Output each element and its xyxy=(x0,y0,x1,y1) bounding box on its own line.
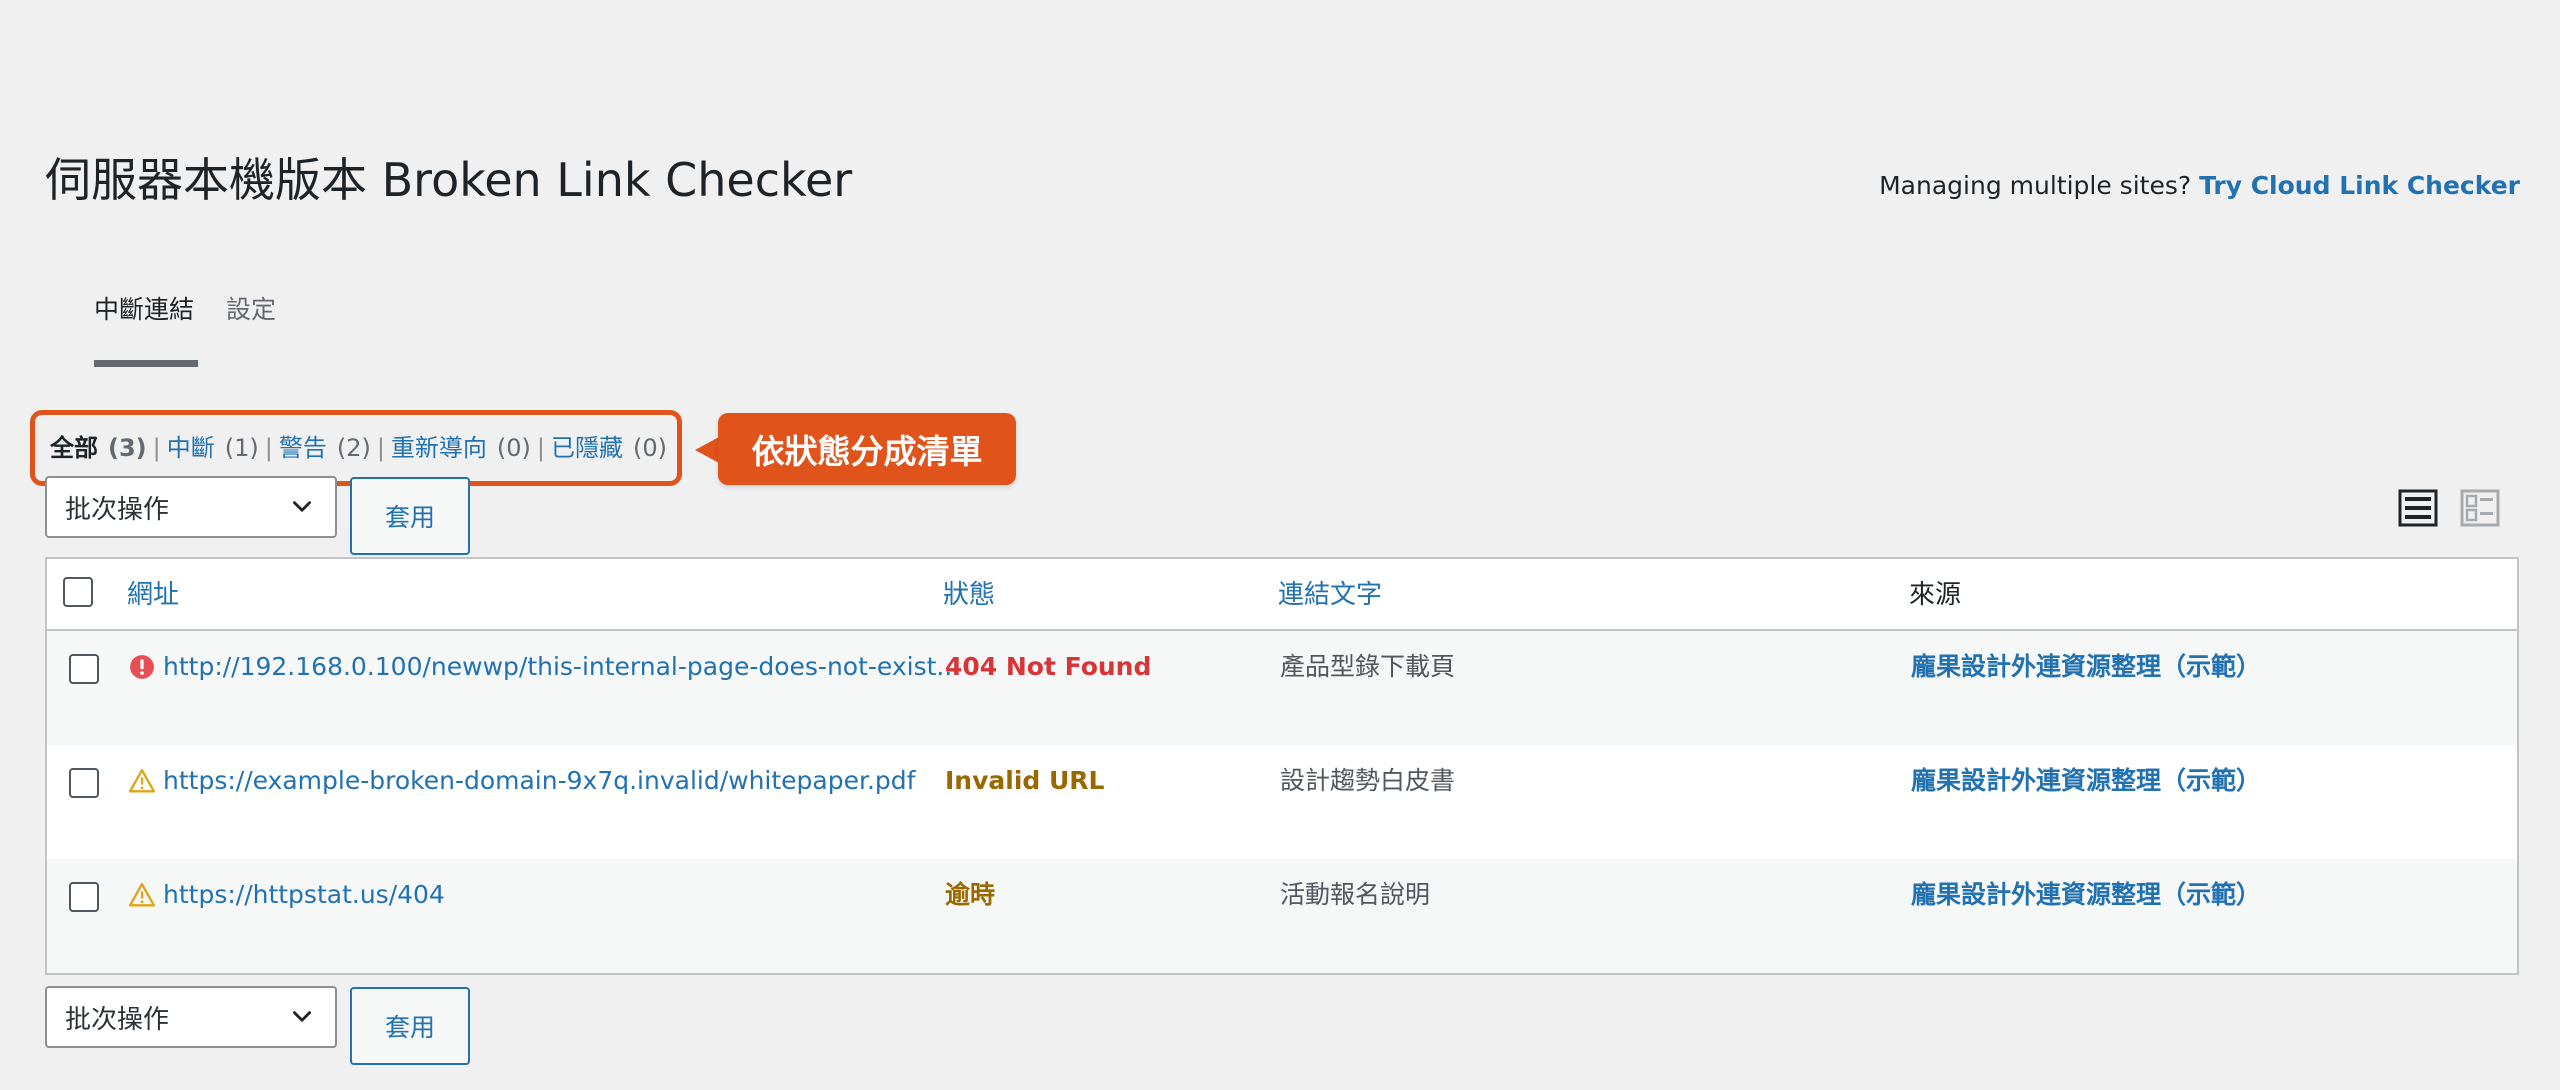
column-status[interactable]: 狀態 xyxy=(943,577,995,613)
filter-dismissed-count: (0) xyxy=(633,434,668,462)
warning-icon xyxy=(129,882,155,907)
bulk-action-label: 批次操作 xyxy=(65,494,170,525)
cloud-question: Managing multiple sites? xyxy=(1879,171,2192,200)
filter-all-label: 全部 xyxy=(50,434,98,462)
table-row: http://192.168.0.100/newwp/this-internal… xyxy=(47,631,2517,745)
link-text: 活動報名說明 xyxy=(1280,880,1431,909)
filter-warning[interactable]: 警告 (2) xyxy=(279,434,371,462)
excerpt-view-icon xyxy=(2460,489,2500,527)
filter-broken-count: (1) xyxy=(224,434,259,462)
table-row: https://httpstat.us/404 逾時 活動報名說明 龐果設計外連… xyxy=(47,859,2517,973)
bulk-action-label: 批次操作 xyxy=(65,1004,170,1035)
table-header: 網址 狀態 連結文字 來源 xyxy=(47,559,2517,631)
filter-dismissed-label: 已隱藏 xyxy=(551,434,624,462)
page: 伺服器本機版本 Broken Link Checker Managing mul… xyxy=(0,0,2560,1090)
status-label: 404 Not Found xyxy=(945,652,1152,681)
filter-redirect-label: 重新導向 xyxy=(390,434,487,462)
column-source: 來源 xyxy=(1909,580,1962,610)
filter-separator: | xyxy=(536,434,546,462)
table-row: https://example-broken-domain-9x7q.inval… xyxy=(47,745,2517,859)
links-table: 網址 狀態 連結文字 來源 http://192.168.0.100/newwp… xyxy=(45,557,2519,975)
status-filter-list: 全部 (3) | 中斷 (1) | 警告 (2) | 重新導向 (0) | 已隱藏 (0) xyxy=(50,430,667,466)
status-list-callout: 依狀態分成清單 xyxy=(718,413,1016,485)
cloud-promo: Managing multiple sites? Try Cloud Link … xyxy=(1879,168,2520,204)
source-link[interactable]: 龐果設計外連資源整理（示範） xyxy=(1911,649,2261,685)
page-title: 伺服器本機版本 Broken Link Checker xyxy=(45,153,853,207)
filter-separator: | xyxy=(376,434,385,462)
status-label: Invalid URL xyxy=(945,766,1105,795)
filter-separator: | xyxy=(152,434,161,462)
bulk-action-select-bottom[interactable]: 批次操作 xyxy=(45,986,337,1048)
active-tab-indicator xyxy=(94,360,198,367)
status-label: 逾時 xyxy=(945,880,996,909)
tab-settings[interactable]: 設定 xyxy=(226,290,276,330)
bulk-action-select-top[interactable]: 批次操作 xyxy=(45,476,337,538)
link-url[interactable]: https://example-broken-domain-9x7q.inval… xyxy=(163,763,915,799)
chevron-down-icon xyxy=(293,1011,311,1022)
tab-broken-links[interactable]: 中斷連結 xyxy=(94,290,194,330)
filter-warning-count: (2) xyxy=(336,434,371,462)
url-cell: https://httpstat.us/404 xyxy=(129,877,445,913)
column-url[interactable]: 網址 xyxy=(127,577,179,613)
link-text: 產品型錄下載頁 xyxy=(1280,652,1456,681)
filter-redirect[interactable]: 重新導向 (0) xyxy=(391,434,531,462)
url-cell: http://192.168.0.100/newwp/this-internal… xyxy=(129,649,960,685)
filter-warning-label: 警告 xyxy=(278,434,327,462)
warning-icon xyxy=(129,768,155,793)
chevron-down-icon xyxy=(293,501,311,512)
link-url[interactable]: http://192.168.0.100/newwp/this-internal… xyxy=(163,649,960,685)
source-link[interactable]: 龐果設計外連資源整理（示範） xyxy=(1911,877,2261,913)
apply-button-top[interactable]: 套用 xyxy=(350,477,470,555)
source-link[interactable]: 龐果設計外連資源整理（示範） xyxy=(1911,763,2261,799)
list-view-icon xyxy=(2398,489,2438,527)
filter-all[interactable]: 全部 (3) xyxy=(50,434,147,462)
row-checkbox[interactable] xyxy=(69,654,99,684)
filter-broken-label: 中斷 xyxy=(166,434,215,462)
excerpt-view-button[interactable] xyxy=(2460,488,2500,528)
apply-button-bottom[interactable]: 套用 xyxy=(350,987,470,1065)
list-view-button[interactable] xyxy=(2398,488,2438,528)
filter-separator: | xyxy=(264,434,273,462)
column-link-text[interactable]: 連結文字 xyxy=(1278,577,1382,613)
filter-redirect-count: (0) xyxy=(496,434,531,462)
filter-broken[interactable]: 中斷 (1) xyxy=(167,434,259,462)
link-url[interactable]: https://httpstat.us/404 xyxy=(163,877,445,913)
link-text: 設計趨勢白皮書 xyxy=(1280,766,1456,795)
error-icon xyxy=(130,655,154,679)
row-checkbox[interactable] xyxy=(69,882,99,912)
try-cloud-link[interactable]: Try Cloud Link Checker xyxy=(2199,171,2520,200)
select-all-checkbox[interactable] xyxy=(63,577,93,607)
filter-all-count: (3) xyxy=(108,434,147,462)
url-cell: https://example-broken-domain-9x7q.inval… xyxy=(129,763,915,799)
row-checkbox[interactable] xyxy=(69,768,99,798)
callout-pointer xyxy=(695,437,719,463)
filter-dismissed[interactable]: 已隱藏 (0) xyxy=(551,434,667,462)
